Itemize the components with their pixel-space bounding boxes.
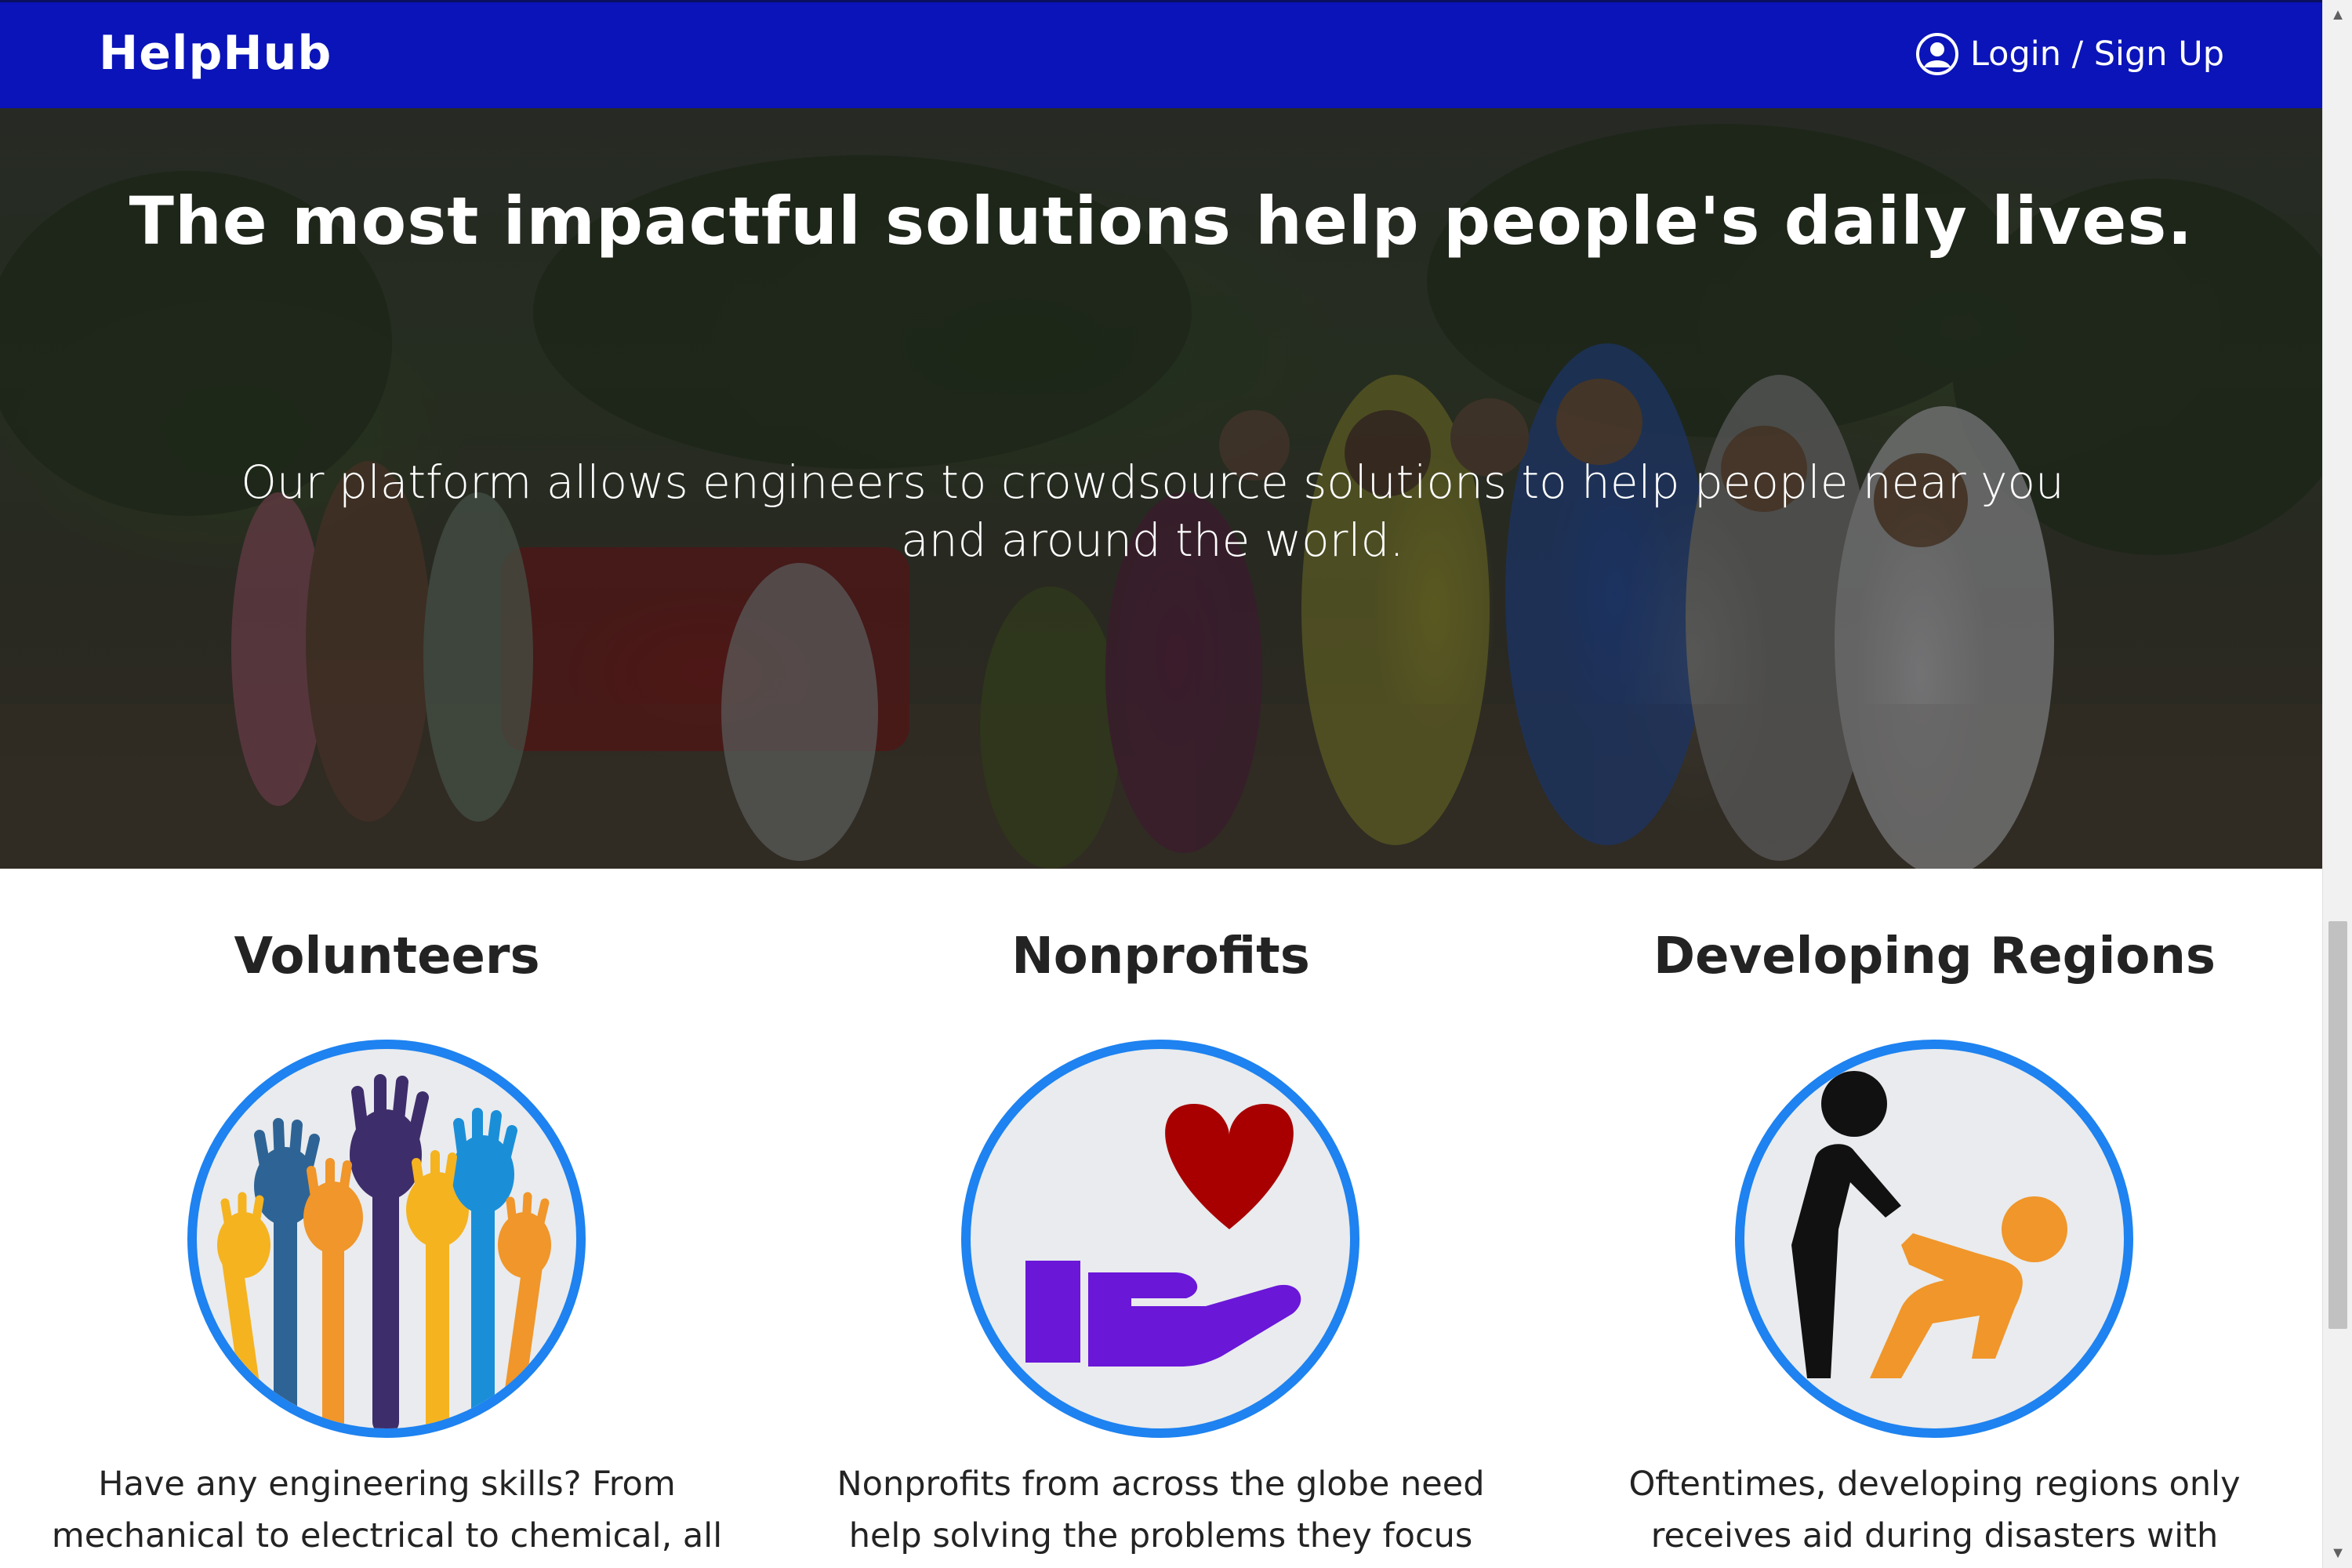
helping-person-up-icon — [1735, 1040, 2133, 1438]
feature-title: Nonprofits — [1011, 927, 1310, 985]
features-section: Volunteers Have any engineering skills? … — [0, 869, 2322, 1568]
user-circle-icon — [1915, 32, 1959, 76]
heart-in-hand-icon — [961, 1040, 1359, 1438]
scrollbar-thumb[interactable] — [2328, 921, 2347, 1329]
scroll-down-arrow-icon[interactable]: ▼ — [2323, 1541, 2352, 1565]
raised-hands-icon — [187, 1040, 586, 1438]
vertical-scrollbar[interactable]: ▲ ▼ — [2322, 0, 2352, 1568]
hero-title: The most impactful solutions help people… — [129, 183, 2194, 260]
navbar: HelpHub Login / Sign Up — [0, 0, 2322, 108]
feature-volunteers: Volunteers Have any engineering skills? … — [0, 869, 774, 1568]
feature-title: Developing Regions — [1653, 927, 2216, 985]
page: HelpHub Login / Sign Up The most impactf… — [0, 0, 2322, 1568]
feature-description: Nonprofits from across the globe need he… — [837, 1465, 1485, 1555]
login-signup-link[interactable]: Login / Sign Up — [1915, 32, 2224, 76]
scroll-up-arrow-icon[interactable]: ▲ — [2323, 3, 2352, 27]
login-label: Login / Sign Up — [1969, 34, 2224, 74]
hero-banner: The most impactful solutions help people… — [0, 108, 2322, 869]
feature-nonprofits: Nonprofits Nonprofits from across the gl… — [774, 869, 1548, 1568]
hero-subtitle: Our platform allows engineers to crowdso… — [241, 456, 2064, 567]
feature-description: Have any engineering skills? From mechan… — [51, 1465, 723, 1555]
feature-description: Oftentimes, developing regions only rece… — [1628, 1465, 2241, 1555]
feature-title: Volunteers — [234, 927, 540, 985]
brand-logo[interactable]: HelpHub — [99, 26, 332, 81]
feature-developing-regions: Developing Regions Oftentimes, developin… — [1548, 869, 2321, 1568]
